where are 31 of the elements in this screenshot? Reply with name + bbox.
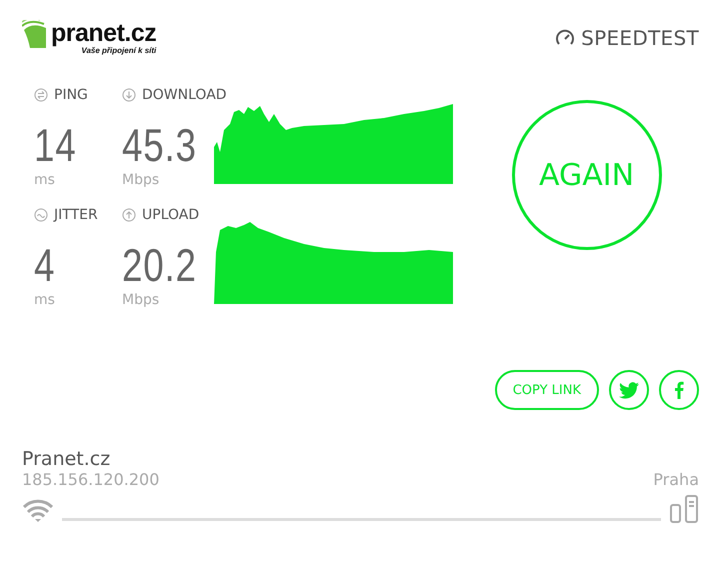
copy-link-button[interactable]: COPY LINK (494, 370, 599, 410)
metric-value: 14 (34, 120, 78, 170)
metric-unit: Mbps (122, 292, 160, 310)
logo-icon (22, 20, 48, 50)
metric-label: UPLOAD (142, 207, 200, 223)
twitter-button[interactable] (609, 370, 649, 410)
ip-address: 185.156.120.200 (22, 470, 160, 489)
download-icon (122, 88, 136, 102)
brand-title: SPEEDTEST (581, 26, 699, 50)
logo-tagline: Vaše připojení k síti (81, 46, 156, 55)
metric-label: DOWNLOAD (142, 87, 227, 103)
metric-label: PING (54, 87, 88, 103)
metric-value: 45.3 (122, 120, 196, 170)
wifi-icon (22, 499, 54, 523)
server-location: Praha (653, 470, 699, 489)
metric-unit: ms (34, 292, 56, 310)
wave-icon (34, 208, 48, 222)
facebook-button[interactable] (659, 370, 699, 410)
bird-icon (619, 382, 639, 398)
metric-unit: ms (34, 172, 56, 190)
ping-icon (34, 88, 48, 102)
isp-name: Pranet.cz (22, 448, 112, 470)
metric-unit: Mbps (122, 172, 160, 190)
metric-value: 20.2 (122, 240, 196, 290)
metric-value: 4 (34, 240, 56, 290)
again-button[interactable]: AGAIN (512, 100, 662, 250)
server-icon (669, 495, 699, 523)
facebook-icon (674, 381, 684, 399)
metric-label: JITTER (54, 207, 98, 223)
logo-name: pranet.cz (51, 20, 156, 46)
upload-icon (122, 208, 136, 222)
